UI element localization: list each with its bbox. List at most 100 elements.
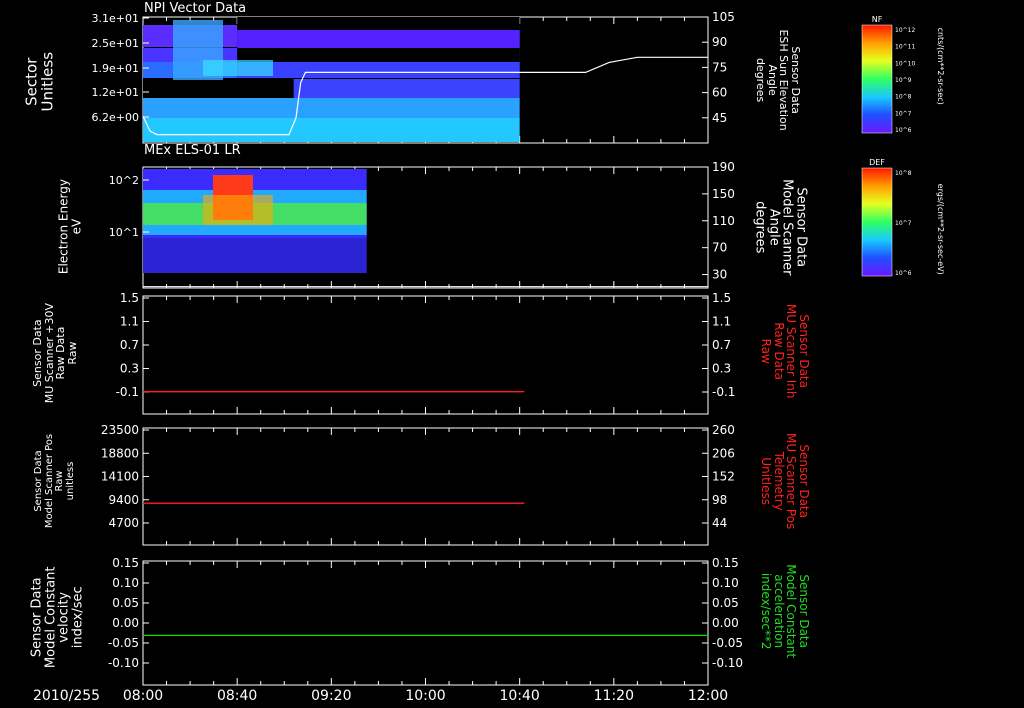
panel3-ylabel: Sensor Data MU Scanner +30V Raw Data Raw — [30, 288, 79, 418]
rlabel-line: degrees — [752, 201, 768, 254]
colorbar — [861, 167, 893, 277]
y-tick-label: 0.10 — [112, 576, 139, 590]
colorbar-tick: 10^8 — [895, 170, 912, 177]
y-tick-label: 60 — [712, 86, 727, 100]
y-tick-label: 44 — [712, 516, 727, 530]
panel-frame — [142, 560, 709, 686]
heatmap-cell — [203, 60, 273, 76]
y-tick-label: 30 — [712, 268, 727, 282]
panel1-rlabel: Sensor Data ESH Sun Elevation Angle degr… — [754, 20, 802, 140]
y-tick-label: 150 — [712, 187, 735, 201]
rlabel-line: Sensor Data — [797, 314, 812, 388]
colorbar-tick: 10^9 — [895, 77, 912, 84]
heatmap-cell — [237, 30, 520, 48]
x-tick-label: 10:00 — [405, 688, 445, 704]
rlabel-line: MU Scanner Pos — [784, 433, 799, 530]
y-tick-label: 4700 — [108, 516, 139, 530]
rlabel-line: Raw — [759, 338, 774, 364]
y-tick-label: 9400 — [108, 493, 139, 507]
colorbar-tick: 10^12 — [895, 27, 915, 34]
ylabel-line: Raw Data — [54, 326, 67, 380]
rlabel-line: Sensor Data — [793, 187, 809, 268]
y-tick-label: 1.5 — [712, 291, 731, 305]
y-tick-label: 90 — [712, 35, 727, 49]
y-tick-label: -0.10 — [712, 656, 743, 670]
panel2-title: MEx ELS-01 LR — [144, 143, 241, 158]
y-tick-label: 0.10 — [712, 576, 739, 590]
ylabel-line: velocity — [57, 591, 72, 643]
heatmap-gap — [143, 78, 294, 98]
panel4-ylabel: Sensor Data Model Scanner Pos Raw unitle… — [33, 411, 76, 551]
x-tick-label: 08:40 — [217, 688, 257, 704]
panel-frame — [142, 295, 709, 415]
y-tick-label: -0.05 — [108, 636, 139, 650]
ylabel-line: Sensor Data — [29, 577, 45, 658]
rlabel-line: Telemetry — [772, 451, 786, 511]
heatmap-cell — [143, 238, 367, 273]
y-tick-label: -0.1 — [116, 385, 139, 399]
y-tick-label: 70 — [712, 241, 727, 255]
rlabel-line: Angle — [766, 64, 779, 96]
y-tick-label: -0.10 — [108, 656, 139, 670]
rlabel-line: degrees — [754, 57, 768, 103]
y-tick-label: 0.3 — [120, 362, 139, 376]
y-tick-label: 152 — [712, 470, 735, 484]
y-tick-label: 0.3 — [712, 362, 731, 376]
y-tick-label: 0.15 — [712, 556, 739, 570]
els-heatmap — [143, 169, 367, 273]
y-tick-label: 2.5e+01 — [92, 37, 139, 50]
heatmap-cell — [203, 195, 273, 225]
x-tick-label: 08:00 — [123, 688, 163, 704]
y-tick-label: 1.1 — [120, 315, 139, 329]
panel1-title: NPI Vector Data — [144, 1, 247, 16]
y-tick-label: 0.7 — [120, 338, 139, 352]
rlabel-line: Model Constant — [784, 564, 799, 659]
colorbar-tick: 10^7 — [895, 110, 912, 117]
ylabel-line: eV — [69, 218, 83, 235]
colorbar-tick: 10^7 — [895, 220, 912, 227]
y-tick-label: 98 — [712, 493, 727, 507]
panel5-ylabel: Sensor Data Model Constant velocity inde… — [29, 547, 86, 687]
rlabel-line: Unitless — [759, 457, 774, 506]
rlabel-line: Sensor Data — [797, 444, 812, 518]
y-tick-label: 1.9e+01 — [92, 62, 139, 75]
colorbar-tick: 10^11 — [895, 44, 915, 51]
y-tick-label: 0.05 — [112, 596, 139, 610]
ylabel-line: Raw — [65, 341, 79, 365]
ylabel-line: Raw — [54, 470, 65, 492]
rlabel-line: Angle — [766, 208, 781, 246]
y-tick-label: 75 — [712, 60, 727, 74]
heatmap-cell — [143, 118, 520, 142]
ylabel-line: unitless — [64, 461, 76, 501]
colorbar — [861, 24, 893, 134]
y-tick-label: 10^1 — [109, 226, 139, 239]
y-tick-label: 0.00 — [112, 616, 139, 630]
ylabel-line: Sensor Data — [30, 319, 44, 387]
y-tick-label: 1.5 — [120, 291, 139, 305]
colorbar-title: DEF — [869, 158, 885, 167]
y-tick-label: 105 — [712, 10, 735, 24]
y-tick-label: 1.1 — [712, 315, 731, 329]
y-tick-label: 260 — [712, 423, 735, 437]
rlabel-line: ESH Sun Elevation — [777, 29, 791, 131]
colorbar-tick: 10^8 — [895, 94, 912, 101]
y-tick-label: 10^2 — [109, 174, 139, 187]
ylabel-line: Sensor Data — [33, 450, 44, 512]
x-tick-label: 09:20 — [311, 688, 351, 704]
y-tick-label: 0.7 — [712, 338, 731, 352]
ylabel-line: Model Constant — [43, 566, 59, 669]
x-tick-label: 11:20 — [594, 688, 634, 704]
panel5-rlabel: Sensor Data Model Constant acceleration … — [759, 551, 812, 671]
colorbar2-unit: ergs/(cm**2-sr-sec-eV) — [936, 183, 946, 275]
panel-frame — [142, 427, 709, 546]
rlabel-line: Sensor Data — [797, 574, 812, 648]
heatmap-cell — [143, 98, 520, 118]
y-tick-label: 206 — [712, 446, 735, 460]
rlabel-line: index/sec**2 — [759, 572, 774, 650]
y-tick-label: 190 — [712, 160, 735, 174]
y-tick-label: 23500 — [101, 423, 139, 437]
npi-heatmap — [143, 17, 520, 142]
plot-canvas: 08:00 08:40 09:20 10:00 10:40 11:20 12:00 3.1e+… — [92, 10, 916, 704]
rlabel-line: Model Scanner — [779, 179, 795, 276]
colorbar-tick: 10^6 — [895, 270, 912, 277]
